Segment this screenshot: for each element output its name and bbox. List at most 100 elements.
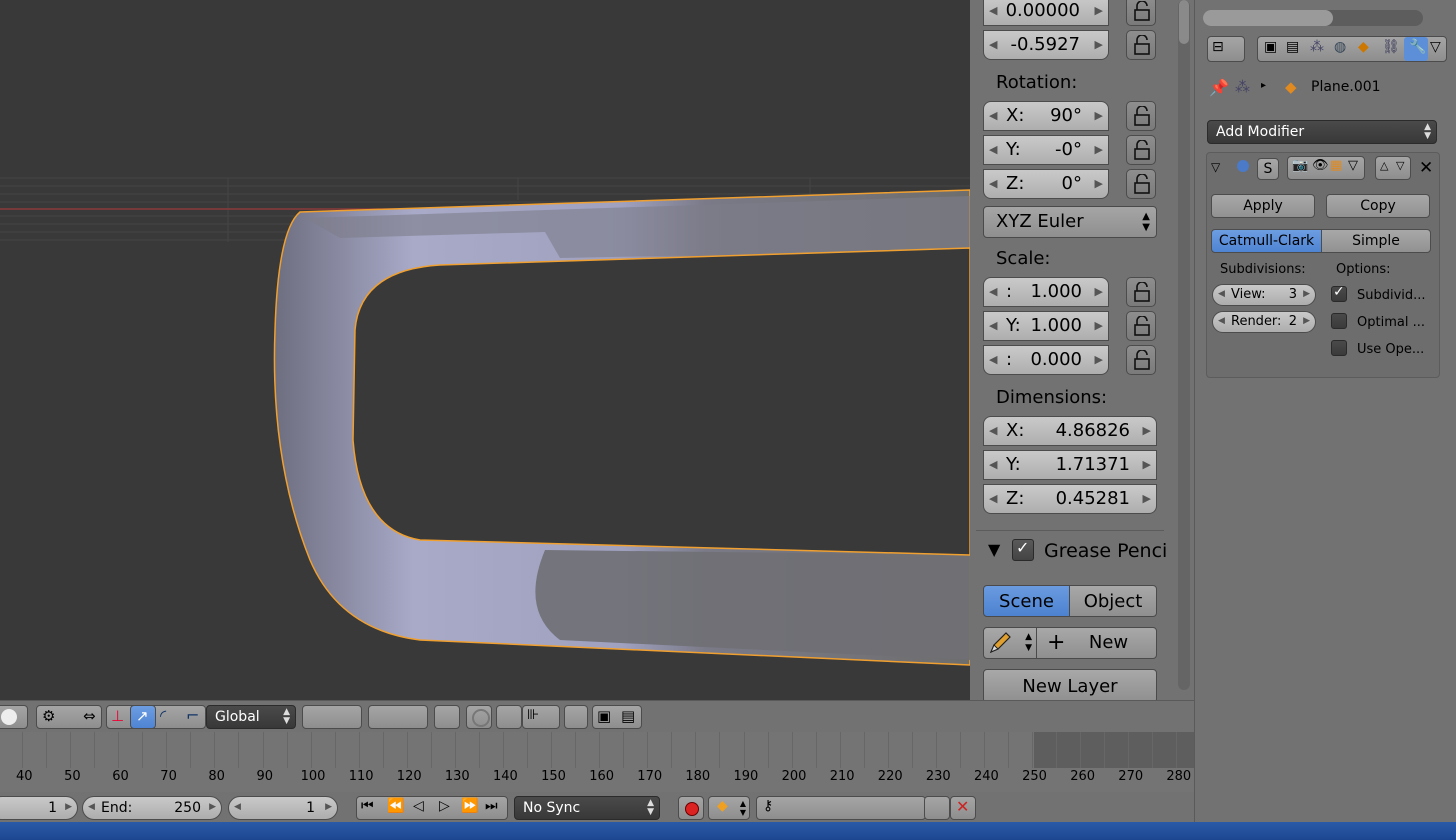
timeline-tick [286, 732, 288, 768]
collapse-arrow-icon[interactable]: ▽ [1211, 160, 1220, 174]
scale-icon[interactable]: ⌐ [186, 706, 199, 725]
lock-icon[interactable] [1126, 30, 1156, 60]
pivot-button[interactable]: ⚙ ⇔ [36, 705, 102, 729]
collapse-arrow-icon[interactable]: ▼ [988, 540, 1000, 559]
dimension-x-field[interactable]: ◀ X: 4.86826 ▶ [983, 416, 1157, 446]
location-z-field[interactable]: ◀ -0.5927 ▶ [983, 30, 1109, 60]
modifier-tab-icon: 🔧 [1404, 37, 1428, 61]
render-levels-field[interactable]: ◀ Render: 2 ▶ [1212, 311, 1316, 333]
rotation-z-field[interactable]: ◀ Z: 0° ▶ [983, 169, 1109, 199]
scale-x-field[interactable]: ◀:1.000 ▶ [983, 277, 1109, 307]
grease-object-button[interactable]: Object [1069, 585, 1157, 617]
rotate-icon[interactable]: ◜ [160, 706, 166, 725]
dimension-y-field[interactable]: ◀ Y: 1.71371 ▶ [983, 450, 1157, 480]
properties-scrollbar[interactable] [1203, 10, 1423, 26]
move-modifier-buttons[interactable]: △ ▽ [1375, 156, 1411, 180]
modifier-visibility-buttons[interactable]: 📷 👁 ▦ ▽ [1287, 156, 1365, 180]
insert-key-icon[interactable] [924, 796, 950, 820]
scrollbar-thumb[interactable] [1203, 10, 1333, 26]
sync-mode-dropdown[interactable]: No Sync ▲ ▼ [514, 796, 660, 820]
lock-icon[interactable] [1126, 277, 1156, 307]
timeline-tick [719, 732, 721, 768]
pivot-icon: ⚙ [42, 707, 56, 725]
use-opensubdiv-checkbox[interactable] [1331, 340, 1347, 356]
scrollbar-thumb[interactable] [1179, 0, 1189, 44]
orientation-dropdown[interactable]: Global ▲ ▼ [206, 705, 296, 729]
end-frame-field[interactable]: ◀ End: 250 ▶ [82, 796, 222, 820]
snap-target-icon[interactable] [564, 705, 588, 729]
snap-element-icon[interactable]: ⊪ [522, 705, 560, 729]
new-layer-button[interactable]: New Layer [983, 669, 1157, 700]
start-frame-field[interactable]: 1 ▶ [0, 796, 78, 820]
optimal-display-checkbox[interactable] [1331, 313, 1347, 329]
next-keyframe-icon: ⏩ [461, 798, 479, 814]
grease-pencil-checkbox[interactable]: ✓ [1012, 538, 1034, 561]
timeline-tick [46, 732, 48, 768]
options-label: Options: [1336, 262, 1391, 277]
pin-icon[interactable]: 📌 [1209, 78, 1229, 97]
grease-scene-button[interactable]: Scene [983, 585, 1070, 617]
snap-magnet-icon[interactable] [496, 705, 522, 729]
timeline-frame-number: 200 [781, 769, 807, 784]
context-tabs[interactable]: ▣ ▤ ⁂ ◍ ◆ ⛓ 🔧 ▽ [1257, 36, 1447, 62]
copy-button[interactable]: Copy [1326, 194, 1430, 218]
timeline-frame-number: 110 [348, 769, 374, 784]
layers-grid-1[interactable] [302, 705, 362, 729]
panel-scrollbar[interactable] [1174, 0, 1194, 700]
rotation-y-field[interactable]: ◀ Y: -0° ▶ [983, 135, 1109, 165]
grease-new-button[interactable]: + New [1036, 627, 1157, 659]
simple-button[interactable]: Simple [1321, 229, 1431, 253]
record-icon[interactable] [678, 796, 704, 820]
dimension-z-field[interactable]: ◀ Z: 0.45281 ▶ [983, 484, 1157, 514]
timeline-tick [406, 732, 408, 768]
pencil-icon[interactable]: ▲ ▼ [983, 627, 1037, 659]
timeline-tick [984, 732, 985, 768]
location-y-field[interactable]: ◀ 0.00000 ▶ [983, 0, 1109, 26]
timeline[interactable]: 40 50 60 70 80 90 100 110 120 130 140 150 160 170 180 1… [0, 732, 1194, 800]
delete-key-icon[interactable]: ✕ [950, 796, 976, 820]
rotation-mode-dropdown[interactable]: XYZ Euler ▲ ▼ [983, 206, 1157, 238]
lock-icon[interactable] [1126, 169, 1156, 199]
timeline-tick [118, 732, 120, 768]
chevron-right-icon: ▸ [1261, 80, 1267, 91]
active-keying-set-field[interactable]: ⚷ [756, 796, 926, 820]
timeline-tick [142, 732, 144, 768]
3d-viewport[interactable] [0, 0, 970, 700]
scale-y-field[interactable]: ◀ Y: 1.000 ▶ [983, 311, 1109, 341]
viewport-scene [0, 177, 970, 666]
editor-type-button[interactable]: ⊟ [1207, 36, 1245, 62]
lock-icon[interactable] [1126, 345, 1156, 375]
subdivide-uvs-checkbox[interactable]: ✓ [1331, 284, 1347, 302]
timeline-frame-number: 190 [733, 769, 759, 784]
timeline-frame-number: 220 [877, 769, 903, 784]
subdivisions-label: Subdivisions: [1220, 262, 1306, 277]
panel-divider [976, 530, 1164, 531]
current-frame-field[interactable]: ◀ 1 ▶ [228, 796, 338, 820]
translate-icon[interactable]: ↗ [130, 705, 156, 729]
lock-icon[interactable] [1126, 101, 1156, 131]
proportional-edit-icon[interactable] [466, 705, 492, 729]
timeline-tick [94, 732, 96, 768]
keying-set-icon[interactable]: ◆ ▲ ▼ [708, 796, 750, 820]
render-icon[interactable]: ▣ ▤ [592, 705, 642, 729]
modifier-name-field[interactable]: S [1257, 158, 1279, 180]
add-modifier-dropdown[interactable]: Add Modifier ▲ ▼ [1207, 120, 1437, 144]
layers-grid-2[interactable] [368, 705, 428, 729]
layer-lock-icon[interactable] [434, 705, 460, 729]
catmull-clark-button[interactable]: Catmull-Clark [1211, 229, 1322, 253]
lock-icon[interactable] [1126, 135, 1156, 165]
lock-icon[interactable] [1126, 0, 1156, 26]
rotation-x-field[interactable]: ◀ X: 90° ▶ [983, 101, 1109, 131]
camera-icon: 📷 [1292, 158, 1309, 173]
timeline-frame-number: 280 [1166, 769, 1192, 784]
shading-mode-button[interactable] [0, 705, 28, 729]
close-icon[interactable]: ✕ [1419, 158, 1433, 178]
playback-controls[interactable]: ⏮ ⏪ ◁ ▷ ⏩ ⏭ [356, 796, 508, 820]
scale-z-field[interactable]: ◀:0.000 ▶ [983, 345, 1109, 375]
option-optimal-display-label: Optimal ... [1357, 315, 1425, 330]
timeline-tick [575, 732, 577, 768]
object-icon: ◆ [1285, 78, 1297, 96]
view-levels-field[interactable]: ◀ View: 3 ▶ [1212, 284, 1316, 306]
lock-icon[interactable] [1126, 311, 1156, 341]
apply-button[interactable]: Apply [1211, 194, 1315, 218]
